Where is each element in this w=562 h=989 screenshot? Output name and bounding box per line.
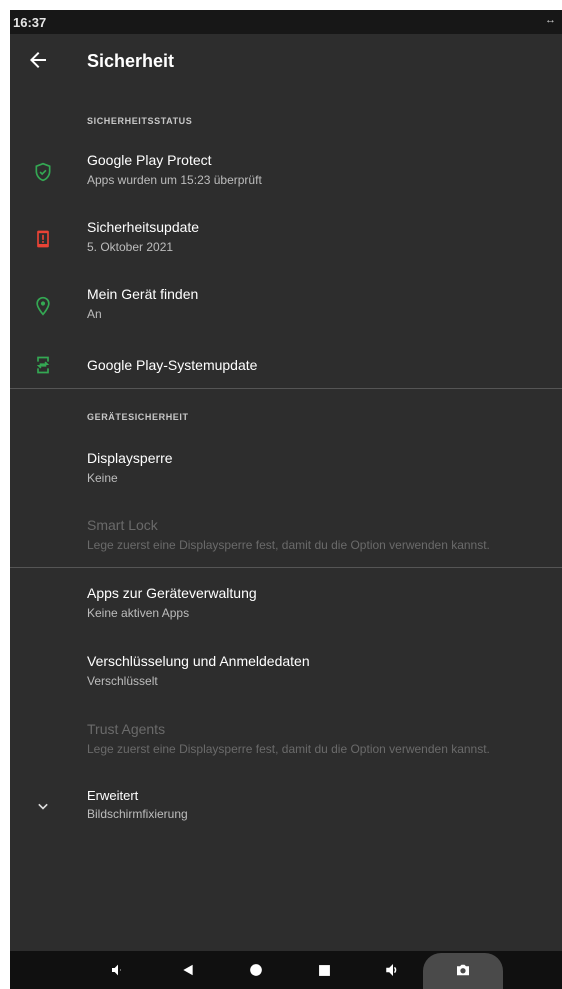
device-admin-apps-item[interactable]: Apps zur Geräteverwaltung Keine aktiven … bbox=[10, 579, 562, 635]
advanced-item[interactable]: Erweitert Bildschirmfixierung bbox=[10, 782, 562, 838]
item-title: Mein Gerät finden bbox=[87, 286, 199, 302]
encryption-credentials-item[interactable]: Verschlüsselung und Anmeldedaten Verschl… bbox=[10, 647, 562, 703]
smart-lock-item: Smart Lock Lege zuerst eine Displaysperr… bbox=[10, 511, 562, 567]
item-title: Erweitert bbox=[87, 788, 139, 803]
item-subtitle: Keine bbox=[87, 471, 118, 485]
rotate-icon: ↔ bbox=[545, 14, 556, 26]
item-title: Smart Lock bbox=[87, 517, 158, 533]
item-title: Displaysperre bbox=[87, 450, 173, 466]
find-my-device-item[interactable]: Mein Gerät finden An bbox=[10, 280, 562, 336]
settings-screen: 16:37 ↔ Sicherheit SICHERHEITSSTATUS Goo… bbox=[10, 10, 562, 989]
chevron-down-icon bbox=[38, 803, 48, 810]
navigation-bar bbox=[10, 951, 562, 989]
back-arrow-icon[interactable] bbox=[26, 48, 50, 72]
status-bar: 16:37 ↔ bbox=[10, 10, 562, 34]
security-update-item[interactable]: Sicherheitsupdate 5. Oktober 2021 bbox=[10, 213, 562, 269]
item-subtitle: Lege zuerst eine Displaysperre fest, dam… bbox=[87, 742, 490, 756]
item-subtitle: An bbox=[87, 307, 102, 321]
phone-alert-icon bbox=[37, 230, 49, 248]
item-title: Google Play-Systemupdate bbox=[87, 357, 258, 373]
item-subtitle: Bildschirmfixierung bbox=[87, 807, 188, 821]
trust-agents-item: Trust Agents Lege zuerst eine Displayspe… bbox=[10, 715, 562, 771]
item-subtitle: Keine aktiven Apps bbox=[87, 606, 190, 620]
item-title: Google Play Protect bbox=[87, 152, 212, 168]
item-subtitle: Lege zuerst eine Displaysperre fest, dam… bbox=[87, 538, 490, 552]
divider bbox=[10, 567, 562, 568]
camera-icon[interactable] bbox=[451, 951, 475, 989]
item-title: Trust Agents bbox=[87, 721, 166, 737]
location-pin-icon bbox=[36, 296, 50, 316]
item-title: Apps zur Geräteverwaltung bbox=[87, 585, 257, 601]
shield-check-icon bbox=[35, 162, 51, 182]
google-play-protect-item[interactable]: Google Play Protect Apps wurden um 15:23… bbox=[10, 146, 562, 202]
section-header-device: GERÄTESICHERHEIT bbox=[87, 412, 189, 422]
screen-lock-item[interactable]: Displaysperre Keine bbox=[10, 444, 562, 500]
back-triangle-icon[interactable] bbox=[176, 951, 200, 989]
item-subtitle: Apps wurden um 15:23 überprüft bbox=[87, 173, 262, 187]
status-time: 16:37 bbox=[13, 15, 47, 30]
home-circle-icon[interactable] bbox=[244, 951, 268, 989]
app-bar: Sicherheit bbox=[10, 34, 562, 90]
volume-down-icon[interactable] bbox=[106, 951, 130, 989]
item-title: Verschlüsselung und Anmeldedaten bbox=[87, 653, 310, 669]
item-title: Sicherheitsupdate bbox=[87, 219, 200, 235]
item-subtitle: Verschlüsselt bbox=[87, 674, 158, 688]
page-title: Sicherheit bbox=[87, 51, 175, 71]
section-header-status: SICHERHEITSSTATUS bbox=[87, 116, 193, 126]
item-subtitle: 5. Oktober 2021 bbox=[87, 240, 174, 254]
google-play-system-update-item[interactable]: Google Play-Systemupdate bbox=[10, 347, 562, 393]
phone-sync-icon bbox=[36, 356, 50, 374]
recents-square-icon[interactable] bbox=[312, 951, 336, 989]
divider bbox=[10, 388, 562, 389]
volume-up-icon[interactable] bbox=[380, 951, 406, 989]
